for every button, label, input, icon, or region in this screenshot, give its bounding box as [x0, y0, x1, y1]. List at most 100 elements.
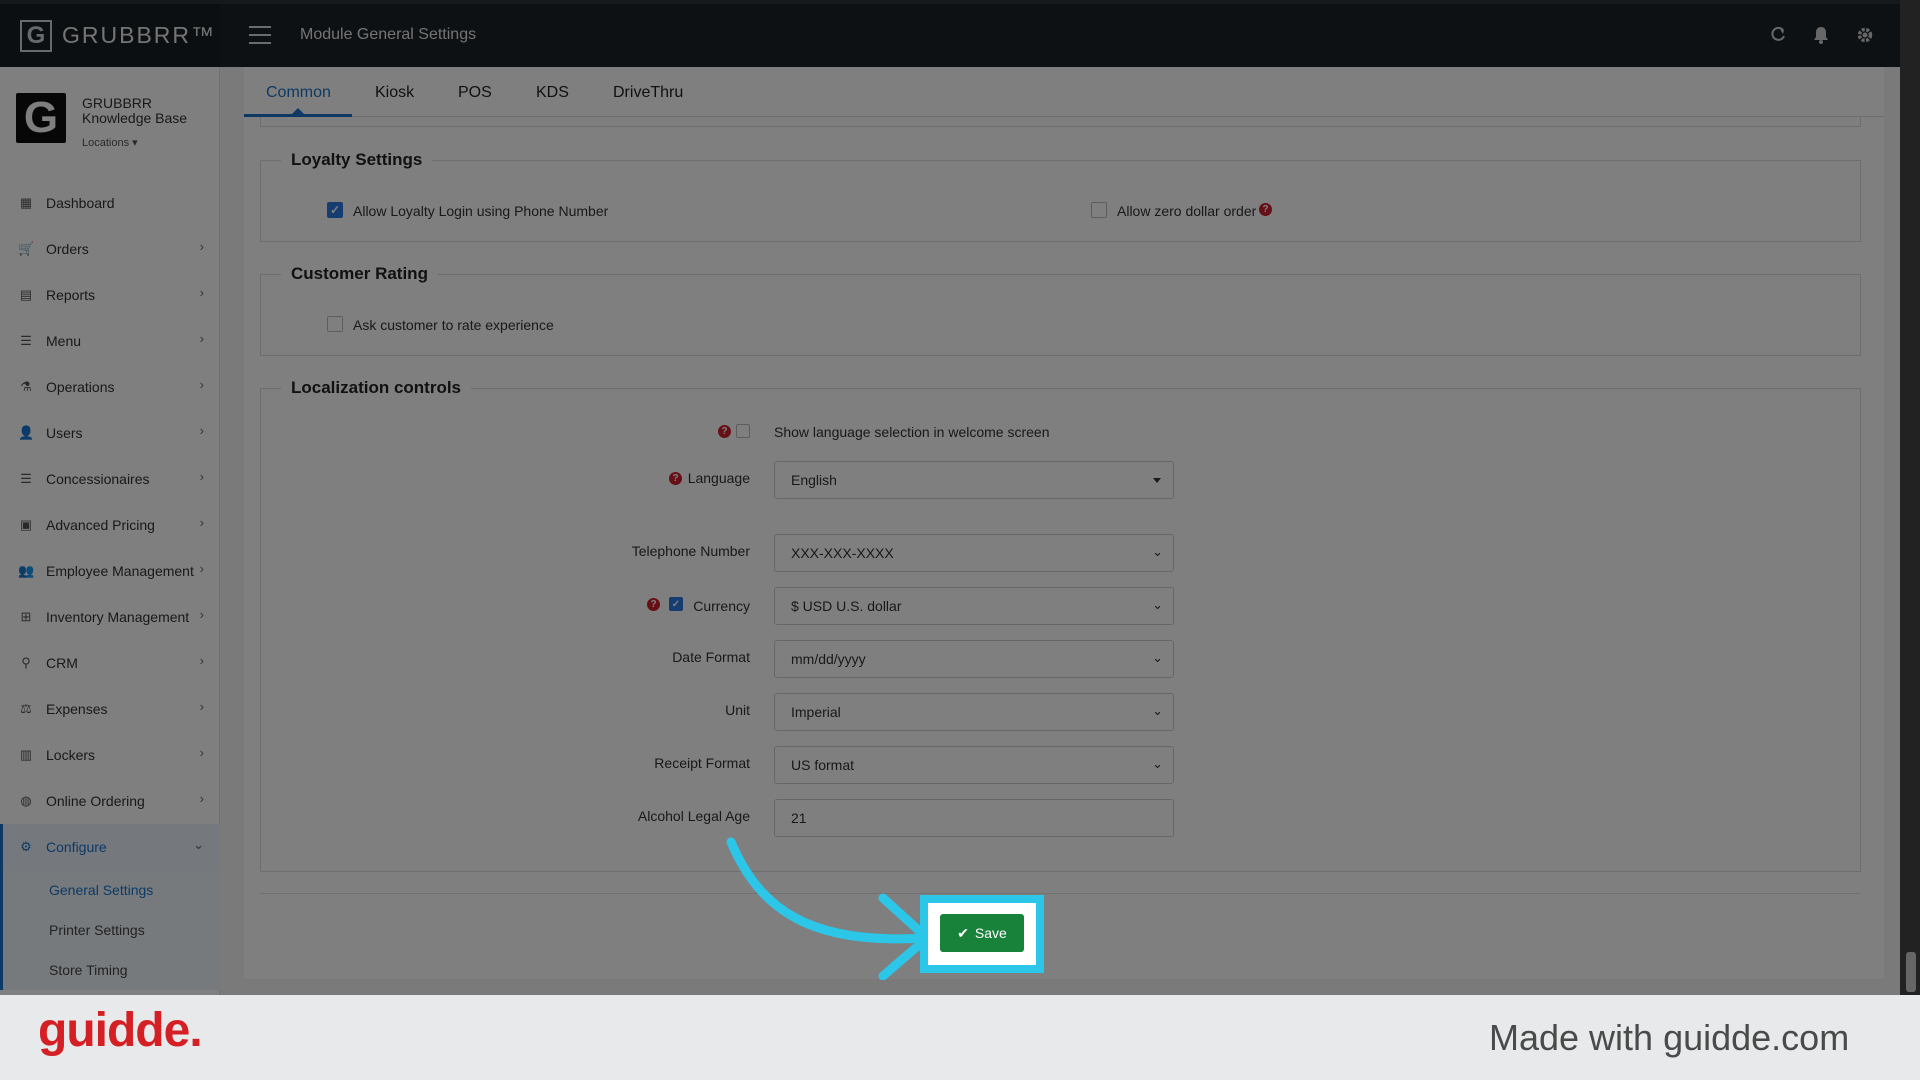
zero-dollar-order-label: Allow zero dollar order — [1117, 203, 1257, 219]
tab-kds[interactable]: KDS — [536, 84, 569, 102]
telephone-format-select[interactable]: XXX-XXX-XXXX ⌄ — [774, 534, 1174, 572]
list-icon: ☰ — [20, 333, 32, 348]
gear-icon[interactable] — [1854, 24, 1876, 46]
save-button[interactable]: ✔ Save — [940, 914, 1024, 952]
sidebar-item-operations[interactable]: ⚗ Operations › — [0, 364, 220, 410]
caret-down-icon — [1153, 478, 1161, 483]
lockers-icon: ▥ — [19, 747, 33, 762]
tab-common[interactable]: Common — [266, 84, 331, 102]
date-format-value: mm/dd/yyyy — [791, 651, 866, 667]
sidebar-item-label: Menu — [46, 333, 82, 349]
balance-icon: ⚖ — [20, 701, 32, 716]
link-icon: ⚲ — [21, 655, 31, 670]
sidebar-item-dashboard[interactable]: ▦ Dashboard — [0, 180, 220, 226]
sidebar-subitem-store-timing[interactable]: Store Timing — [3, 950, 220, 990]
section-title: Customer Rating — [291, 264, 428, 283]
date-format-label: Date Format — [672, 649, 750, 665]
chevron-right-icon: › — [199, 239, 204, 254]
receipt-format-value: US format — [791, 757, 855, 773]
globe-icon: ◍ — [20, 793, 32, 808]
sidebar-item-orders[interactable]: 🛒 Orders › — [0, 226, 220, 272]
sidebar-item-label: Concessionaires — [46, 471, 150, 487]
cart-icon: 🛒 — [18, 241, 35, 256]
sidebar-item-inventory-management[interactable]: ⊞ Inventory Management › — [0, 594, 220, 640]
bell-icon[interactable] — [1810, 24, 1832, 46]
sidebar-item-label: Employee Management — [46, 563, 194, 579]
help-icon[interactable]: ? — [1259, 203, 1272, 216]
tab-kiosk[interactable]: Kiosk — [375, 84, 414, 102]
scrollbar-thumb[interactable] — [1906, 952, 1916, 992]
chevron-right-icon: › — [199, 377, 204, 392]
chevron-right-icon: › — [199, 469, 204, 484]
receipt-format-select[interactable]: US format ⌄ — [774, 746, 1174, 784]
sidebar-subitem-printer-settings[interactable]: Printer Settings — [3, 910, 220, 950]
callout-arrow-icon — [726, 837, 932, 980]
profile-block: G GRUBBRR Knowledge Base Locations ▾ — [16, 93, 216, 163]
date-format-select[interactable]: mm/dd/yyyy ⌄ — [774, 640, 1174, 678]
sidebar-item-label: Online Ordering — [46, 793, 145, 809]
customer-rating-section: Customer Rating — [260, 264, 1861, 356]
sidebar-item-label: Operations — [46, 379, 115, 395]
loyalty-phone-login-checkbox[interactable]: ✓ — [327, 202, 343, 218]
main-content: Common Kiosk POS KDS DriveThru Loyalty S… — [244, 67, 1884, 979]
rate-experience-label: Ask customer to rate experience — [353, 317, 554, 333]
sidebar-item-crm[interactable]: ⚲ CRM › — [0, 640, 220, 686]
refresh-icon[interactable] — [1767, 24, 1789, 46]
locations-dropdown[interactable]: Locations ▾ — [82, 136, 138, 149]
sidebar-item-configure[interactable]: ⚙ Configure ⌄ — [0, 824, 220, 870]
section-title: Loyalty Settings — [291, 150, 423, 169]
chevron-right-icon: › — [199, 423, 204, 438]
guidde-logo: guidde. — [38, 1004, 203, 1057]
chevron-down-icon: ⌄ — [1152, 703, 1163, 718]
tab-drivethru[interactable]: DriveThru — [613, 84, 683, 102]
check-icon: ✔ — [957, 924, 969, 941]
sidebar-item-label: Dashboard — [46, 195, 115, 211]
sidebar-item-employee-management[interactable]: 👥 Employee Management › — [0, 548, 220, 594]
chevron-right-icon: › — [199, 653, 204, 668]
configure-submenu: General Settings Printer Settings Store … — [0, 870, 220, 990]
sidebar-item-concessionaires[interactable]: ☰ Concessionaires › — [0, 456, 220, 502]
help-icon[interactable]: ? — [718, 425, 731, 438]
sidebar-item-label: Reports — [46, 287, 96, 303]
money-icon: ▣ — [19, 517, 33, 532]
sidebar-subitem-general-settings[interactable]: General Settings — [3, 870, 220, 910]
chevron-right-icon: › — [199, 285, 204, 300]
brand-name: GRUBBRR™ — [62, 22, 217, 48]
sidebar-item-lockers[interactable]: ▥ Lockers › — [0, 732, 220, 778]
made-with-text: Made with guidde.com — [1489, 1017, 1850, 1058]
save-button-label: Save — [974, 925, 1007, 941]
tab-pos[interactable]: POS — [458, 84, 492, 102]
chevron-right-icon: › — [199, 331, 204, 346]
user-add-icon: 👤 — [18, 425, 35, 440]
unit-select[interactable]: Imperial ⌄ — [774, 693, 1174, 731]
hamburger-menu-icon[interactable] — [249, 26, 271, 44]
flask-icon: ⚗ — [20, 379, 32, 394]
gear-icon: ⚙ — [20, 839, 32, 854]
brand[interactable]: G GRUBBRR™ — [0, 4, 220, 67]
language-select[interactable]: English — [774, 461, 1174, 499]
chevron-right-icon: › — [199, 561, 204, 576]
active-tab-caret-icon — [292, 108, 304, 114]
telephone-value: XXX-XXX-XXXX — [791, 545, 894, 561]
sidebar-item-users[interactable]: 👤 Users › — [0, 410, 220, 456]
telephone-label: Telephone Number — [631, 543, 750, 559]
sidebar-item-advanced-pricing[interactable]: ▣ Advanced Pricing › — [0, 502, 220, 548]
currency-label: Currency — [693, 598, 750, 614]
language-label: Language — [687, 470, 750, 486]
show-language-checkbox[interactable] — [736, 424, 750, 438]
localization-controls-section: Localization controls — [260, 378, 1861, 872]
zero-dollar-order-checkbox[interactable] — [1091, 202, 1107, 218]
currency-select[interactable]: $ USD U.S. dollar ⌄ — [774, 587, 1174, 625]
page-title: Module General Settings — [300, 26, 477, 43]
sidebar-item-online-ordering[interactable]: ◍ Online Ordering › — [0, 778, 220, 824]
top-bar: G GRUBBRR™ Module General Settings — [0, 0, 1900, 67]
sidebar-item-expenses[interactable]: ⚖ Expenses › — [0, 686, 220, 732]
sidebar-item-reports[interactable]: ▤ Reports › — [0, 272, 220, 318]
show-language-label: Show language selection in welcome scree… — [774, 424, 1050, 440]
guidde-footer: guidde. Made with guidde.com — [0, 995, 1920, 1080]
sidebar-item-menu[interactable]: ☰ Menu › — [0, 318, 220, 364]
language-value: English — [791, 472, 837, 488]
rate-experience-checkbox[interactable] — [327, 316, 343, 332]
page-scrollbar[interactable] — [1900, 0, 1920, 995]
chevron-right-icon: › — [199, 607, 204, 622]
